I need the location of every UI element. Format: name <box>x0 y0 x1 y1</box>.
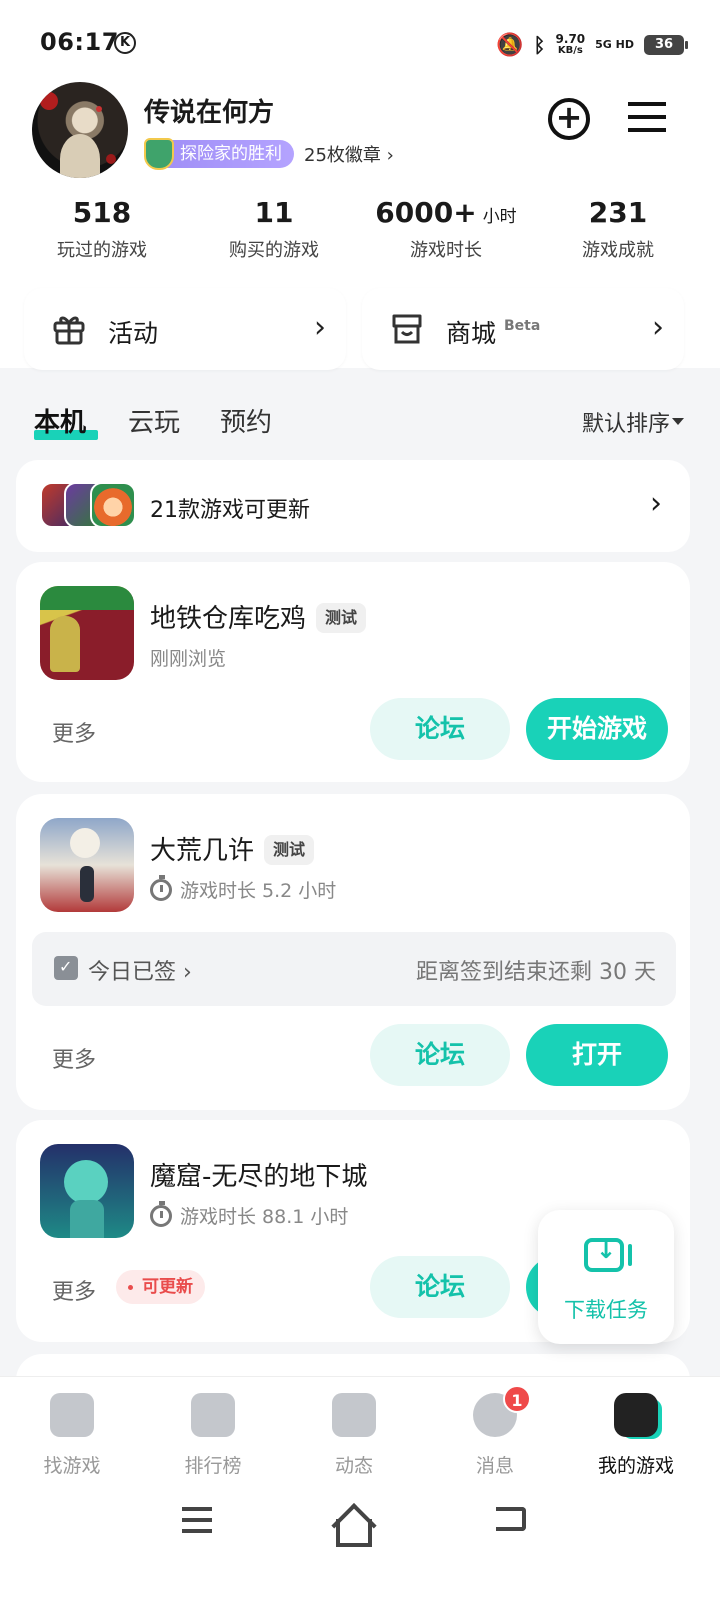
activity-label: 活动 <box>108 319 159 348</box>
network-type: 5G HD <box>595 38 634 51</box>
game-subtitle: 刚刚浏览 <box>150 648 227 670</box>
badge-count[interactable]: 25枚徽章 › <box>304 141 394 167</box>
tab-reserve[interactable]: 预约 <box>220 402 272 439</box>
activity-card[interactable]: 活动 › <box>24 288 346 370</box>
system-nav-bar <box>0 1497 720 1557</box>
recent-apps-icon[interactable] <box>182 1507 212 1533</box>
chevron-right-icon: › <box>650 486 662 521</box>
badge-chip[interactable]: 探险家的胜利 <box>144 138 294 170</box>
quick-links: 活动 › 商城 Beta › <box>24 288 684 370</box>
game-title[interactable]: 大荒几许 测试 <box>150 830 315 867</box>
bluetooth-icon: ᛒ <box>533 33 546 57</box>
game-card[interactable]: 地铁仓库吃鸡 测试 刚刚浏览 更多 论坛 开始游戏 <box>16 562 690 782</box>
badge-title: 探险家的胜利 <box>180 144 282 164</box>
game-icon[interactable] <box>40 586 134 680</box>
chevron-right-icon: › <box>314 310 326 345</box>
timer-icon <box>150 874 172 901</box>
nav-messages[interactable]: 1 消息 <box>423 1385 567 1478</box>
forum-button[interactable]: 论坛 <box>370 698 510 760</box>
k-icon: K <box>114 32 136 54</box>
stat-achievements[interactable]: 231 游戏成就 <box>532 196 704 262</box>
mall-label: 商城 Beta <box>446 318 541 348</box>
start-game-button[interactable]: 开始游戏 <box>526 698 668 760</box>
nav-find-game[interactable]: 找游戏 <box>0 1393 144 1478</box>
stat-purchased[interactable]: 11 购买的游戏 <box>188 196 360 262</box>
mute-icon: 🔕 <box>496 32 524 58</box>
game-title[interactable]: 地铁仓库吃鸡 测试 <box>150 598 367 635</box>
checkin-status[interactable]: 今日已签 › <box>88 954 192 986</box>
game-subtitle: 游戏时长 88.1 小时 <box>150 1200 348 1229</box>
nav-ranking[interactable]: 排行榜 <box>141 1393 285 1478</box>
game-subtitle: 游戏时长 5.2 小时 <box>150 874 336 903</box>
stat-played[interactable]: 518 玩过的游戏 <box>16 196 188 262</box>
mall-card[interactable]: 商城 Beta › <box>362 288 684 370</box>
menu-icon[interactable] <box>628 102 666 132</box>
sort-dropdown[interactable]: 默认排序 <box>582 406 670 438</box>
store-icon <box>392 314 422 344</box>
stats-row: 518 玩过的游戏 11 购买的游戏 6000+ 小时 游戏时长 231 游戏成就 <box>16 196 704 262</box>
message-badge: 1 <box>503 1385 531 1413</box>
my-games-icon <box>614 1393 658 1437</box>
forum-button[interactable]: 论坛 <box>370 1024 510 1086</box>
stat-playtime[interactable]: 6000+ 小时 游戏时长 <box>360 196 532 262</box>
timer-icon <box>150 1200 172 1227</box>
ranking-icon <box>191 1393 235 1437</box>
game-title[interactable]: 魔窟-无尽的地下城 <box>150 1156 367 1193</box>
find-game-icon <box>50 1393 94 1437</box>
more-button[interactable]: 更多 <box>52 1274 96 1306</box>
status-indicators: 🔕 ᛒ 9.70 KB/s 5G HD 36 <box>496 28 688 62</box>
update-game-icons <box>40 482 136 528</box>
tab-local[interactable]: 本机 <box>34 402 86 439</box>
download-icon <box>584 1236 632 1272</box>
nav-feed[interactable]: 动态 <box>282 1393 426 1478</box>
status-bar: 06:17 K 🔕 ᛒ 9.70 KB/s 5G HD 36 <box>0 0 720 88</box>
calendar-check-icon <box>54 956 78 980</box>
tab-cloud[interactable]: 云玩 <box>128 402 180 439</box>
more-button[interactable]: 更多 <box>52 1042 96 1074</box>
badge-row[interactable]: 探险家的胜利 25枚徽章 › <box>144 138 394 170</box>
open-button[interactable]: 打开 <box>526 1024 668 1086</box>
status-time: 06:17 <box>40 28 119 56</box>
game-icon[interactable] <box>40 818 134 912</box>
caret-down-icon[interactable] <box>672 418 684 425</box>
bottom-nav: 找游戏 排行榜 动态 1 消息 我的游戏 <box>0 1376 720 1600</box>
message-icon: 1 <box>473 1385 531 1437</box>
gift-icon <box>53 316 85 345</box>
username[interactable]: 传说在何方 <box>144 92 274 129</box>
nav-my-games[interactable]: 我的游戏 <box>564 1393 708 1478</box>
update-banner[interactable]: 21款游戏可更新 › <box>16 460 690 552</box>
battery-icon: 36 <box>644 35 688 55</box>
feed-icon <box>332 1393 376 1437</box>
updatable-tag: 可更新 <box>116 1270 205 1304</box>
network-speed: 9.70 KB/s <box>555 32 586 56</box>
update-count-text: 21款游戏可更新 <box>150 498 310 523</box>
avatar[interactable] <box>32 82 128 178</box>
game-thumb <box>90 482 136 528</box>
download-tasks-button[interactable]: 下载任务 <box>538 1210 674 1344</box>
game-tabs: 本机 云玩 预约 默认排序 <box>0 392 720 448</box>
shield-icon <box>144 138 174 170</box>
checkin-bar[interactable]: 今日已签 › 距离签到结束还剩 30 天 <box>32 932 676 1006</box>
back-icon[interactable] <box>496 1507 526 1531</box>
beta-tag: Beta <box>504 318 541 334</box>
test-tag: 测试 <box>316 603 367 633</box>
chevron-right-icon: › <box>652 310 664 345</box>
more-button[interactable]: 更多 <box>52 716 96 748</box>
forum-button[interactable]: 论坛 <box>370 1256 510 1318</box>
home-icon[interactable] <box>336 1519 372 1547</box>
test-tag: 测试 <box>264 835 315 865</box>
add-button[interactable]: + <box>548 98 590 140</box>
download-tasks-label: 下载任务 <box>564 1298 648 1322</box>
game-icon[interactable] <box>40 1144 134 1238</box>
game-card[interactable]: 大荒几许测试 游戏时长 5.2 小时 今日已签 › 距离签到结束还剩 30 天 … <box>16 794 690 1110</box>
checkin-remaining: 距离签到结束还剩 30 天 <box>416 960 656 985</box>
